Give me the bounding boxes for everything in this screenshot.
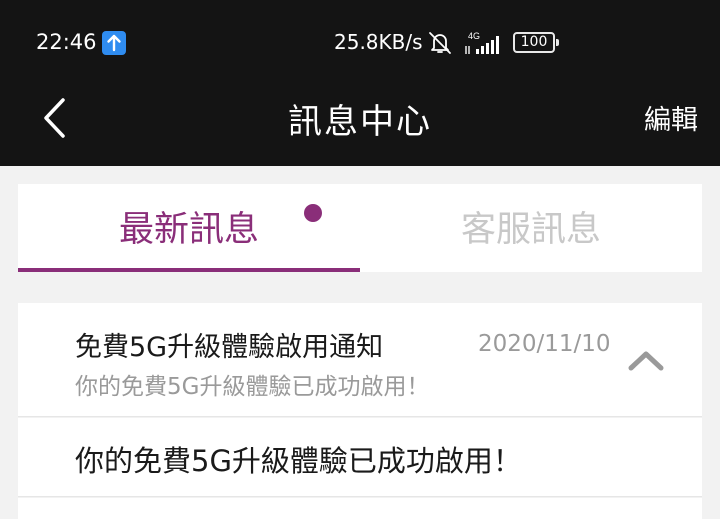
message-title: 免費5G升級體驗啟用通知: [75, 332, 384, 363]
tab-customer-service-messages[interactable]: 客服訊息: [360, 184, 702, 272]
list-item: [18, 498, 702, 519]
active-tab-underline: [18, 268, 360, 272]
tab-label: 客服訊息: [460, 210, 601, 250]
signal-icon: 4G: [464, 30, 504, 60]
network-type-label: 4G: [468, 31, 480, 41]
message-body-text: 你的免費5G升級體驗已成功啟用！: [75, 444, 522, 478]
app-bar: 訊息中心 編輯: [0, 82, 720, 166]
edit-button[interactable]: 編輯: [644, 98, 698, 137]
status-time: 22:46: [36, 30, 97, 54]
network-speed: 25.8KB/s: [334, 30, 423, 54]
message-tabs: 最新訊息 客服訊息: [18, 184, 702, 272]
unread-indicator: [304, 204, 322, 222]
battery-level: 100: [520, 34, 548, 50]
message-preview: 你的免費5G升級體驗已成功啟用！: [75, 374, 430, 400]
message-date: 2020/11/10: [478, 331, 611, 357]
list-item[interactable]: 免費5G升級體驗啟用通知 2020/11/10 你的免費5G升級體驗已成功啟用！: [18, 303, 702, 417]
page-title: 訊息中心: [288, 102, 432, 142]
chevron-up-icon[interactable]: [627, 348, 665, 372]
upload-arrow-icon: [102, 31, 126, 55]
tab-latest-messages[interactable]: 最新訊息: [18, 184, 360, 272]
message-body: 你的免費5G升級體驗已成功啟用！: [18, 418, 702, 497]
status-bar: 22:46 25.8KB/s 4G 100: [0, 0, 720, 82]
tab-label: 最新訊息: [118, 210, 259, 250]
bell-off-icon: [427, 30, 453, 60]
battery-icon: 100: [513, 32, 559, 53]
